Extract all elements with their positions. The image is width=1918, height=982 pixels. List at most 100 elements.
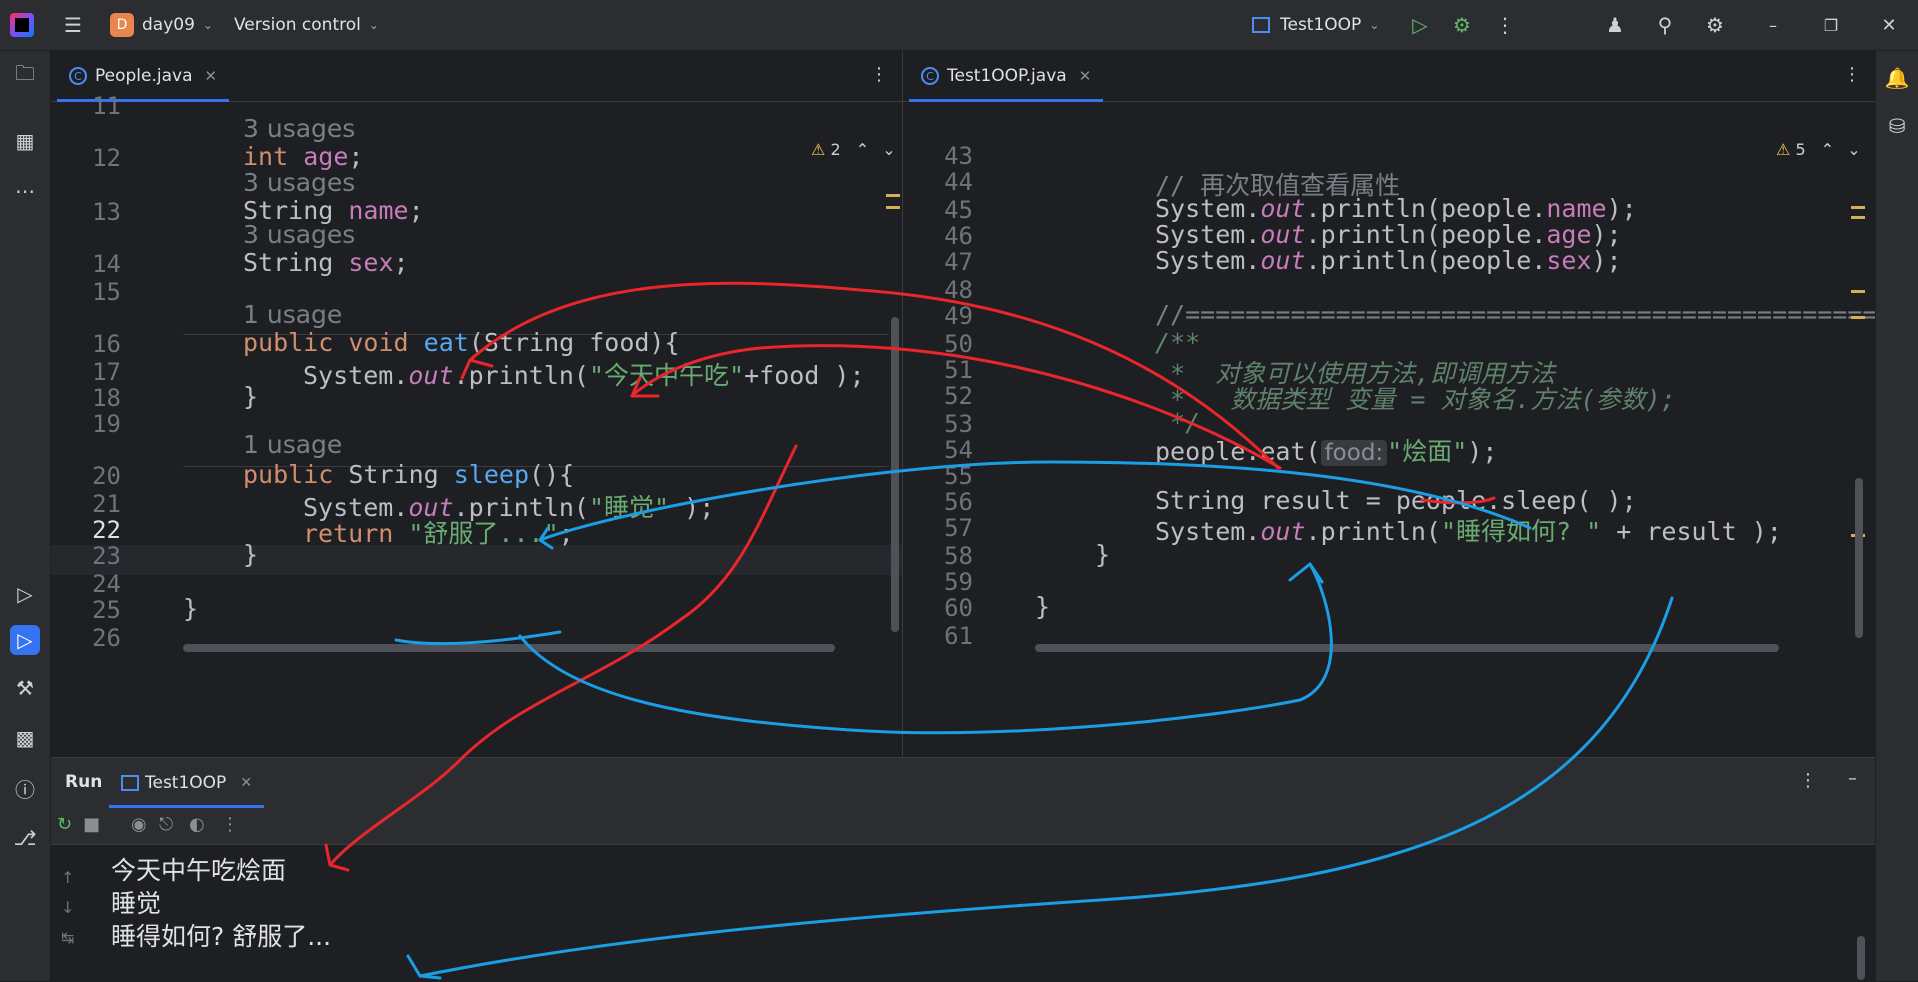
vertical-scrollbar[interactable] xyxy=(1855,478,1863,638)
database-icon[interactable]: ⛁ xyxy=(1882,111,1912,141)
type: String xyxy=(348,460,439,489)
field: name xyxy=(1546,194,1607,223)
usages-hint[interactable]: 3 usages xyxy=(243,168,355,197)
chevron-up-icon[interactable]: ⌃ xyxy=(1821,140,1834,159)
code-editor[interactable]: ⚠ 5 ⌃ ⌄ 43 44 // 再次取值查看属性 45 System.out.… xyxy=(903,102,1875,756)
add-user-icon[interactable]: ♟ xyxy=(1600,10,1630,40)
change-marker[interactable] xyxy=(886,206,900,209)
services-icon[interactable]: ▷ xyxy=(10,579,40,609)
code-line: } xyxy=(1095,540,1111,569)
ident: System. xyxy=(1155,517,1261,546)
debug-icon[interactable]: ⚙ xyxy=(1447,10,1477,40)
warnings-indicator[interactable]: ⚠ 2 ⌃ ⌄ xyxy=(811,140,896,159)
close-icon[interactable]: ✕ xyxy=(1874,10,1904,40)
console-output[interactable]: 今天中午吃烩面 睡觉 睡得如何? 舒服了... xyxy=(111,854,331,953)
chevron-up-icon[interactable]: ⌃ xyxy=(856,140,869,159)
run-config-selector[interactable]: Test1OOP ⌄ xyxy=(1252,0,1379,50)
code-line: return "舒服了..."; xyxy=(303,514,574,550)
line-number: 48 xyxy=(944,276,973,304)
editor-people-java: C People.java ✕ ⋮ ⚠ 2 ⌃ ⌄ 11 3 usages 12… xyxy=(51,51,903,756)
static-field: out xyxy=(408,361,454,390)
export-icon[interactable]: ⎋ xyxy=(159,814,173,835)
run-icon[interactable]: ▷ xyxy=(1405,10,1435,40)
minimize-icon[interactable]: – xyxy=(1758,10,1788,40)
usages-hint[interactable]: 1 usage xyxy=(243,430,342,459)
right-toolbar: 🔔 ⛁ xyxy=(1875,51,1918,981)
tab-label: People.java xyxy=(95,66,193,86)
run-panel-header: Run Test1OOP ✕ ⋮ – xyxy=(51,758,1875,808)
line-number: 13 xyxy=(92,198,121,226)
change-marker[interactable] xyxy=(886,194,900,197)
more-icon[interactable]: ⋮ xyxy=(1799,770,1817,791)
search-icon[interactable]: ⚲ xyxy=(1650,10,1680,40)
stop-icon[interactable]: ■ xyxy=(83,814,100,835)
code-line: System.out.println(people.sex); xyxy=(1155,246,1622,275)
more-icon[interactable]: ⋮ xyxy=(1843,64,1861,85)
terminal-icon[interactable]: ▩ xyxy=(10,723,40,753)
more-icon[interactable]: ⋮ xyxy=(221,814,239,835)
project-folder-icon[interactable]: 🗀 xyxy=(10,61,40,91)
field: age xyxy=(1546,220,1592,249)
profiler-icon[interactable]: ◐ xyxy=(189,814,205,835)
hide-panel-icon[interactable]: – xyxy=(1848,768,1857,789)
chevron-down-icon[interactable]: ⌄ xyxy=(882,140,895,159)
usages-hint[interactable]: 3 usages xyxy=(243,220,355,249)
horizontal-scrollbar[interactable] xyxy=(1035,644,1779,652)
warnings-indicator[interactable]: ⚠ 5 ⌃ ⌄ xyxy=(1776,140,1861,159)
line-number: 18 xyxy=(92,384,121,412)
vertical-scrollbar[interactable] xyxy=(891,317,899,632)
tab-run-test1oop[interactable]: Test1OOP ✕ xyxy=(109,758,265,808)
run-tool-icon[interactable]: ▷ xyxy=(10,625,40,655)
static-field: out xyxy=(1260,246,1306,275)
restore-icon[interactable]: ❐ xyxy=(1816,10,1846,40)
change-marker[interactable] xyxy=(1851,316,1865,319)
line-number: 47 xyxy=(944,248,973,276)
settings-icon[interactable]: ⚙ xyxy=(1700,10,1730,40)
change-marker[interactable] xyxy=(1851,206,1865,209)
soft-wrap-icon[interactable]: ↹ xyxy=(61,928,74,947)
more-tools-icon[interactable]: ⋯ xyxy=(10,176,40,206)
problems-icon[interactable]: ⓘ xyxy=(10,773,40,803)
more-icon[interactable]: ⋮ xyxy=(870,64,888,85)
intellij-logo-icon[interactable] xyxy=(10,13,34,37)
editor-tab-bar: C Test1OOP.java ✕ ⋮ xyxy=(903,51,1875,102)
main-menu-icon[interactable]: ☰ xyxy=(58,10,88,40)
project-selector[interactable]: D day09 ⌄ xyxy=(110,0,213,50)
punct: ; xyxy=(393,248,409,277)
git-icon[interactable]: ⎇ xyxy=(10,823,40,853)
close-tab-icon[interactable]: ✕ xyxy=(1079,67,1092,85)
code-line: int age; xyxy=(243,142,363,171)
method-name: sleep xyxy=(453,460,530,489)
close-tab-icon[interactable]: ✕ xyxy=(240,775,252,791)
change-marker[interactable] xyxy=(1851,216,1865,219)
code-editor[interactable]: ⚠ 2 ⌃ ⌄ 11 3 usages 12 int age; 3 usages… xyxy=(51,92,902,756)
field: name xyxy=(348,196,409,225)
tab-test1oop-java[interactable]: C Test1OOP.java ✕ xyxy=(909,51,1104,102)
doc-comment: * 数据类型 变量 = 对象名.方法(参数); xyxy=(1155,385,1676,414)
build-icon[interactable]: ⚒ xyxy=(10,673,40,703)
call: people.eat( xyxy=(1155,437,1321,466)
code-line: System.out.println("今天中午吃"+food ); xyxy=(303,356,865,392)
usages-hint[interactable]: 1 usage xyxy=(243,300,342,329)
notifications-icon[interactable]: 🔔 xyxy=(1882,63,1912,93)
chevron-down-icon[interactable]: ⌄ xyxy=(1847,140,1860,159)
vcs-selector[interactable]: Version control ⌄ xyxy=(234,0,379,50)
change-marker[interactable] xyxy=(1851,290,1865,293)
code-line: } xyxy=(243,540,259,569)
structure-icon[interactable]: ▦ xyxy=(10,126,40,156)
console-line: 今天中午吃烩面 xyxy=(111,856,287,885)
scroll-down-icon[interactable]: ↓ xyxy=(61,898,74,917)
close-tab-icon[interactable]: ✕ xyxy=(205,67,218,85)
line-number: 14 xyxy=(92,250,121,278)
string-literal: "睡得如何? " xyxy=(1440,517,1602,546)
more-icon[interactable]: ⋮ xyxy=(1490,10,1520,40)
rerun-icon[interactable]: ↻ xyxy=(57,814,72,835)
line-number: 61 xyxy=(944,622,973,650)
parameter-hint: food: xyxy=(1320,440,1388,466)
run-config-icon xyxy=(1252,17,1270,33)
usages-hint[interactable]: 3 usages xyxy=(243,114,355,143)
scroll-up-icon[interactable]: ↑ xyxy=(61,868,74,887)
vertical-scrollbar[interactable] xyxy=(1857,936,1865,980)
horizontal-scrollbar[interactable] xyxy=(183,644,835,652)
screenshot-icon[interactable]: ◉ xyxy=(131,814,147,835)
